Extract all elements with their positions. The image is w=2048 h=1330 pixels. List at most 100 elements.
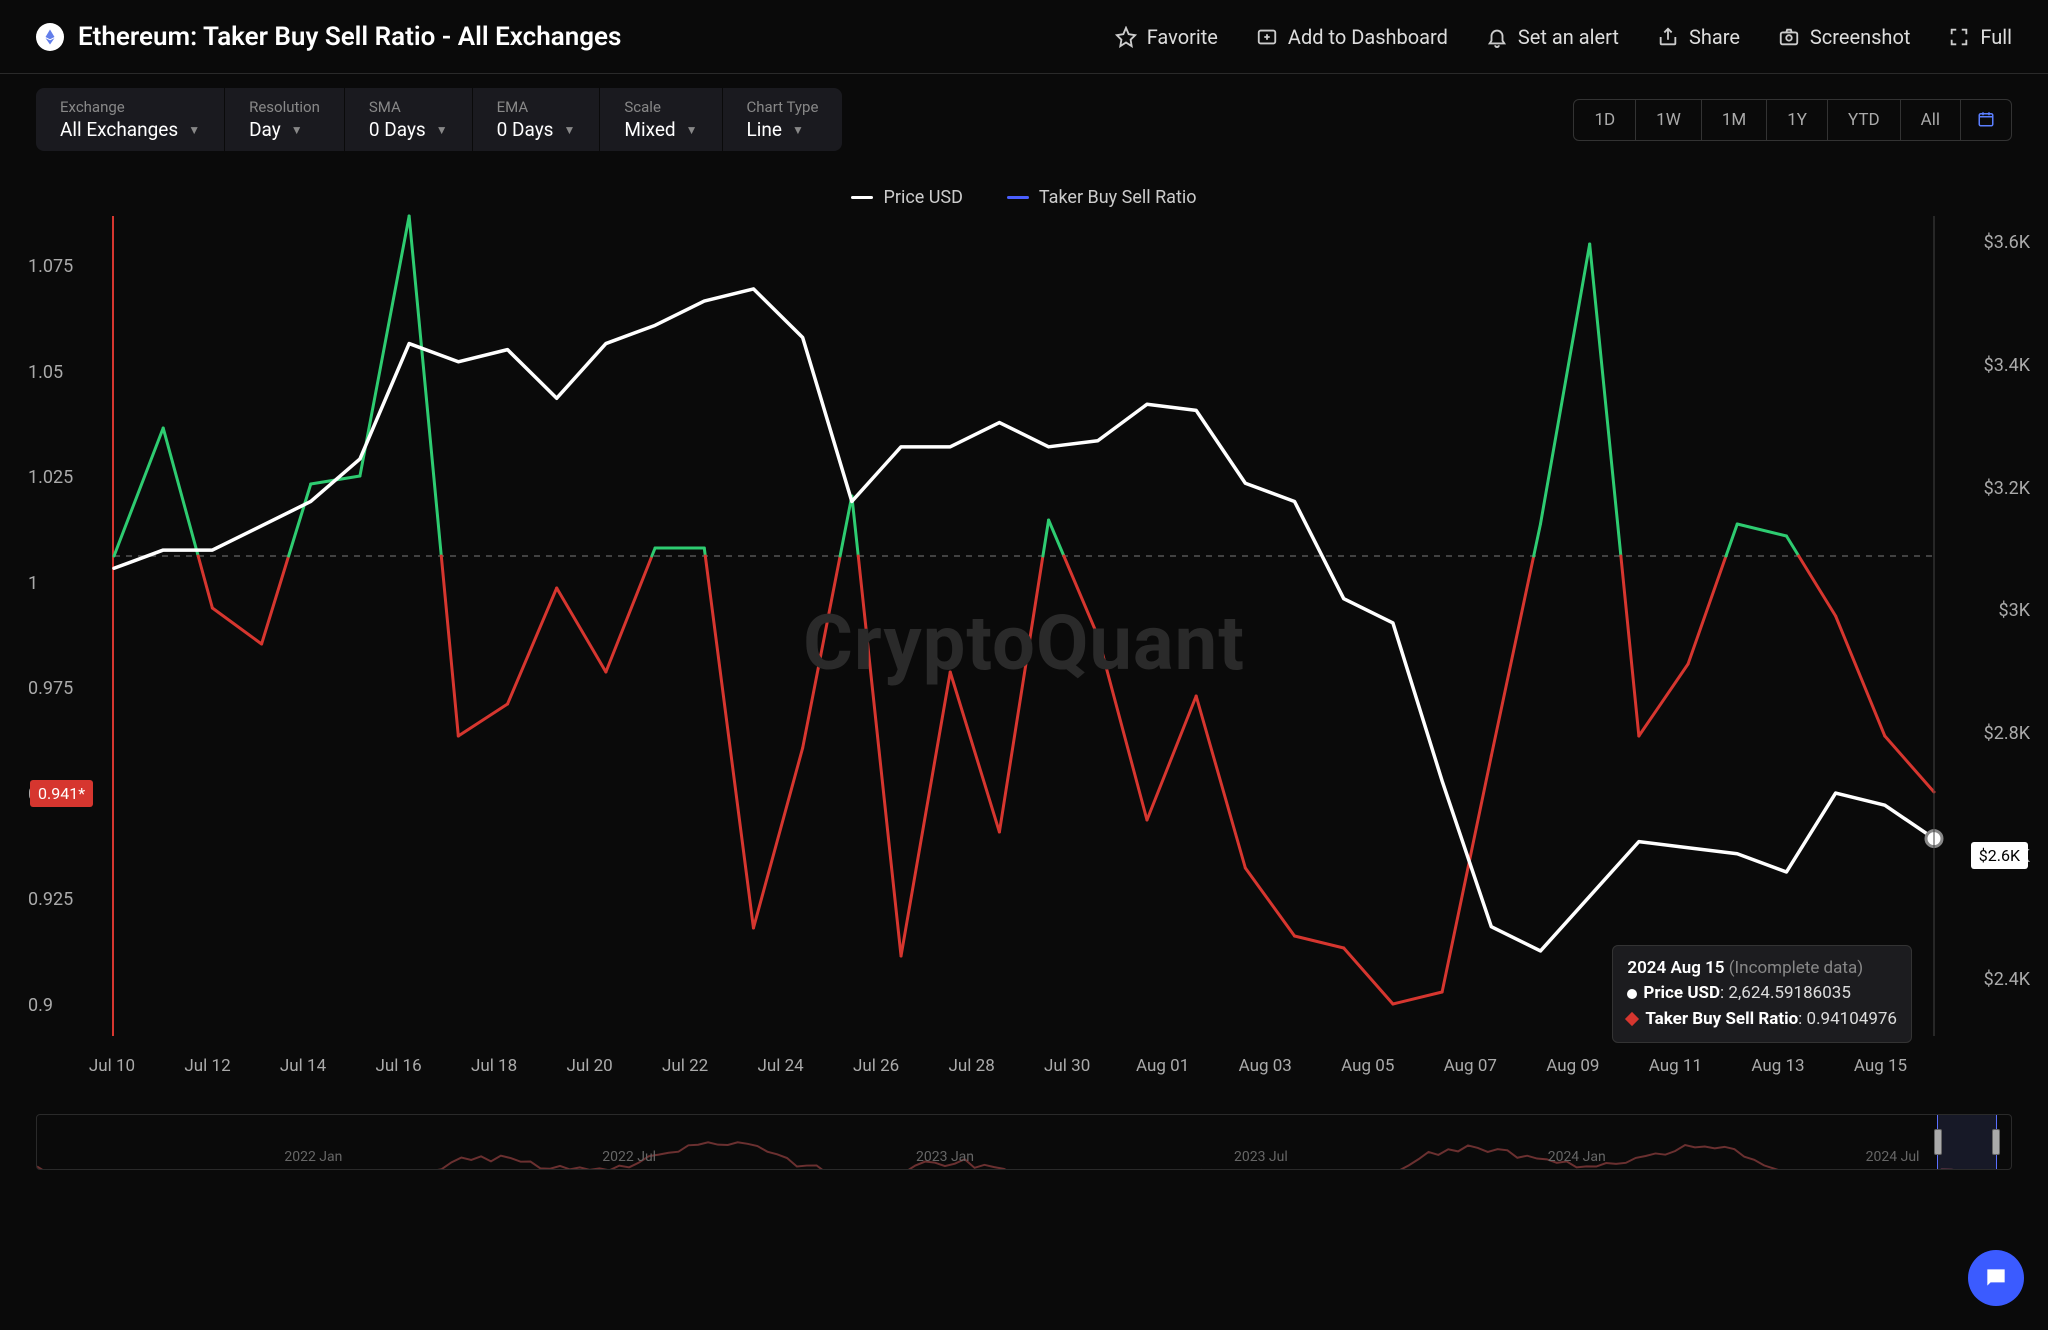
y-right-tick: $3.4K xyxy=(1950,355,2030,376)
range-tick: 2022 Jan xyxy=(284,1149,342,1165)
tooltip-ratio-label: Taker Buy Sell Ratio xyxy=(1645,1009,1798,1029)
range-handle-right[interactable] xyxy=(1992,1129,2000,1155)
range-tick: 2023 Jul xyxy=(1234,1149,1288,1165)
chevron-down-icon: ▼ xyxy=(291,123,303,137)
screenshot-button[interactable]: Screenshot xyxy=(1778,25,1910,49)
exchange-select[interactable]: Exchange All Exchanges ▼ xyxy=(36,88,225,151)
plot-area[interactable] xyxy=(112,216,1934,1036)
range-slider[interactable]: 2022 Jan 2022 Jul 2023 Jan 2023 Jul 2024 Jan… xyxy=(36,1114,2012,1170)
resolution-value: Day xyxy=(249,118,281,141)
set-alert-button[interactable]: Set an alert xyxy=(1486,25,1619,49)
legend-ratio[interactable]: Taker Buy Sell Ratio xyxy=(1007,187,1197,208)
ema-value: 0 Days xyxy=(497,118,554,141)
fullscreen-button[interactable]: Full xyxy=(1948,25,2012,49)
y-left-tick: 1.025 xyxy=(28,467,98,488)
y-right-marker: $2.6K xyxy=(1971,842,2028,869)
tooltip: 2024 Aug 15 (Incomplete data) Price USD:… xyxy=(1612,945,1912,1044)
resolution-select[interactable]: Resolution Day▼ xyxy=(225,88,345,151)
y-axis-left: 1.0751.051.02510.9750.950.9250.9 xyxy=(28,216,98,1106)
range-1d[interactable]: 1D xyxy=(1574,100,1636,140)
range-calendar[interactable] xyxy=(1961,100,2011,140)
share-icon xyxy=(1657,26,1679,48)
scale-value: Mixed xyxy=(624,118,675,141)
range-handle-left[interactable] xyxy=(1934,1129,1942,1155)
dot-icon xyxy=(1627,989,1637,999)
chevron-down-icon: ▼ xyxy=(564,123,576,137)
legend-swatch-blue xyxy=(1007,196,1029,199)
bell-icon xyxy=(1486,26,1508,48)
y-left-tick: 1.05 xyxy=(28,362,98,383)
calendar-icon xyxy=(1977,110,1995,128)
chevron-down-icon: ▼ xyxy=(792,123,804,137)
legend-swatch-white xyxy=(851,196,873,199)
chart-type-select[interactable]: Chart Type Line ▼ xyxy=(723,88,843,151)
chevron-down-icon: ▼ xyxy=(188,123,200,137)
x-tick: Jul 22 xyxy=(662,1056,708,1076)
y-right-tick: $2.4K xyxy=(1950,969,2030,990)
sma-label: SMA xyxy=(369,98,448,116)
x-tick: Jul 12 xyxy=(184,1056,230,1076)
range-1y[interactable]: 1Y xyxy=(1767,100,1828,140)
scale-select[interactable]: Scale Mixed ▼ xyxy=(600,88,722,151)
share-button[interactable]: Share xyxy=(1657,25,1740,49)
x-tick: Aug 11 xyxy=(1649,1056,1702,1076)
range-all[interactable]: All xyxy=(1901,100,1961,140)
star-icon xyxy=(1115,26,1137,48)
camera-icon xyxy=(1778,26,1800,48)
sma-select[interactable]: SMA 0 Days ▼ xyxy=(345,88,473,151)
x-tick: Aug 15 xyxy=(1854,1056,1907,1076)
y-left-tick: 0.925 xyxy=(28,889,98,910)
chevron-down-icon: ▼ xyxy=(686,123,698,137)
tooltip-price-label: Price USD xyxy=(1643,983,1720,1003)
y-axis-right: $3.6K$3.4K$3.2K$3K$2.8K$2.6K$2.4K xyxy=(1950,216,2030,1106)
fullscreen-label: Full xyxy=(1980,25,2012,49)
favorite-button[interactable]: Favorite xyxy=(1115,25,1218,49)
chat-bubble[interactable] xyxy=(1968,1250,2024,1306)
chart-type-label: Chart Type xyxy=(747,98,819,116)
ethereum-icon xyxy=(36,23,64,51)
add-dashboard-button[interactable]: Add to Dashboard xyxy=(1256,25,1448,49)
y-left-tick: 0.975 xyxy=(28,678,98,699)
exchange-label: Exchange xyxy=(60,98,200,116)
x-tick: Jul 16 xyxy=(375,1056,421,1076)
x-tick: Aug 05 xyxy=(1341,1056,1394,1076)
range-ytd[interactable]: YTD xyxy=(1828,100,1901,140)
range-tick: 2024 Jan xyxy=(1548,1149,1606,1165)
ema-label: EMA xyxy=(497,98,576,116)
chat-icon xyxy=(1983,1265,2009,1291)
legend-price[interactable]: Price USD xyxy=(851,187,962,208)
legend: Price USD Taker Buy Sell Ratio xyxy=(0,165,2048,216)
x-tick: Jul 10 xyxy=(89,1056,135,1076)
control-group: Exchange All Exchanges▼ Resolution Day▼ … xyxy=(36,88,842,151)
chevron-down-icon: ▼ xyxy=(436,123,448,137)
x-tick: Aug 03 xyxy=(1239,1056,1292,1076)
share-label: Share xyxy=(1689,25,1740,49)
fullscreen-icon xyxy=(1948,26,1970,48)
add-dashboard-label: Add to Dashboard xyxy=(1288,25,1448,49)
ema-select[interactable]: EMA 0 Days ▼ xyxy=(473,88,601,151)
dashboard-add-icon xyxy=(1256,26,1278,48)
y-right-tick: $3.6K xyxy=(1950,232,2030,253)
y-left-tick: 0.9 xyxy=(28,995,98,1016)
tooltip-note: (Incomplete data) xyxy=(1729,958,1863,978)
chart[interactable]: CryptoQuant 1.0751.051.02510.9750.950.92… xyxy=(36,216,2012,1106)
time-range-group: 1D 1W 1M 1Y YTD All xyxy=(1573,99,2012,141)
exchange-value: All Exchanges xyxy=(60,118,178,141)
y-right-tick: $3.2K xyxy=(1950,478,2030,499)
chart-type-value: Line xyxy=(747,118,782,141)
range-tick: 2023 Jan xyxy=(916,1149,974,1165)
range-tick: 2022 Jul xyxy=(602,1149,656,1165)
x-tick: Jul 30 xyxy=(1044,1056,1090,1076)
sma-value: 0 Days xyxy=(369,118,426,141)
x-tick: Jul 20 xyxy=(566,1056,612,1076)
scale-label: Scale xyxy=(624,98,697,116)
tooltip-date: 2024 Aug 15 xyxy=(1627,958,1724,978)
tooltip-ratio-value: 0.94104976 xyxy=(1807,1009,1897,1029)
x-tick: Jul 26 xyxy=(853,1056,899,1076)
range-selection[interactable] xyxy=(1937,1115,1997,1169)
range-1w[interactable]: 1W xyxy=(1636,100,1702,140)
y-left-marker: 0.941* xyxy=(30,780,93,807)
page-title: Ethereum: Taker Buy Sell Ratio - All Exc… xyxy=(78,22,621,52)
x-tick: Jul 24 xyxy=(758,1056,804,1076)
range-1m[interactable]: 1M xyxy=(1702,100,1767,140)
